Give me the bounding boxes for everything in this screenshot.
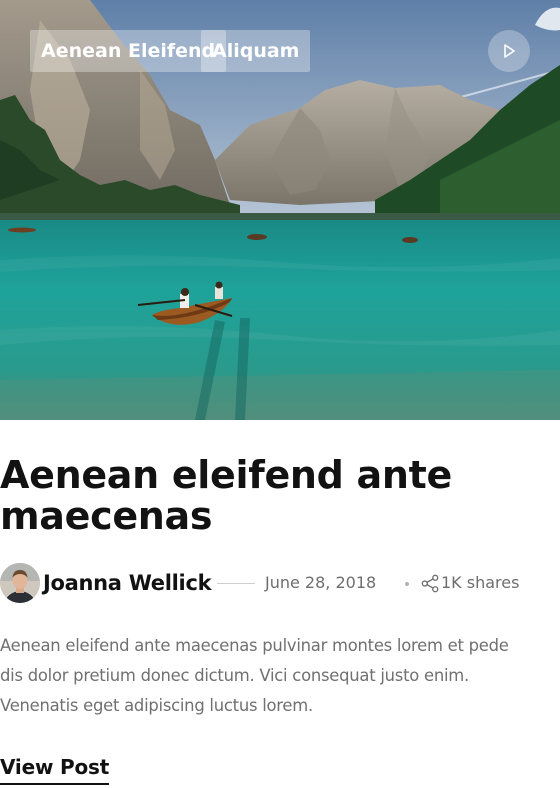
view-post-link[interactable]: View Post <box>0 755 109 785</box>
post-title-line: Aenean eleifend ante <box>0 453 452 497</box>
post-date: June 28, 2018 <box>265 573 377 592</box>
post-title-line: maecenas <box>0 494 213 538</box>
hero-image[interactable]: Aenean Eleifend Aliquam <box>0 0 560 420</box>
divider <box>217 583 255 584</box>
separator-dot <box>405 582 409 586</box>
post-meta: Joanna Wellick June 28, 2018 1K shares <box>0 563 560 603</box>
author-name[interactable]: Joanna Wellick <box>43 571 212 595</box>
post-title[interactable]: Aenean eleifend ante maecenas <box>0 455 560 537</box>
excerpt-line: Aenean eleifend ante maecenas pulvinar m… <box>0 636 509 655</box>
author-photo <box>0 563 40 603</box>
post-excerpt: Aenean eleifend ante maecenas pulvinar m… <box>0 631 560 721</box>
play-icon <box>504 44 515 58</box>
play-button[interactable] <box>488 30 530 72</box>
share-count[interactable]: 1K shares <box>441 573 519 592</box>
avatar[interactable] <box>0 563 40 603</box>
category-tag[interactable]: Aenean Eleifend <box>30 30 227 72</box>
excerpt-line: dis dolor pretium donec dictum. Vici con… <box>0 666 469 685</box>
excerpt-line: Venenatis eget adipiscing luctus lorem. <box>0 696 313 715</box>
category-tag[interactable]: Aliquam <box>201 30 311 72</box>
share-icon[interactable] <box>421 574 440 593</box>
